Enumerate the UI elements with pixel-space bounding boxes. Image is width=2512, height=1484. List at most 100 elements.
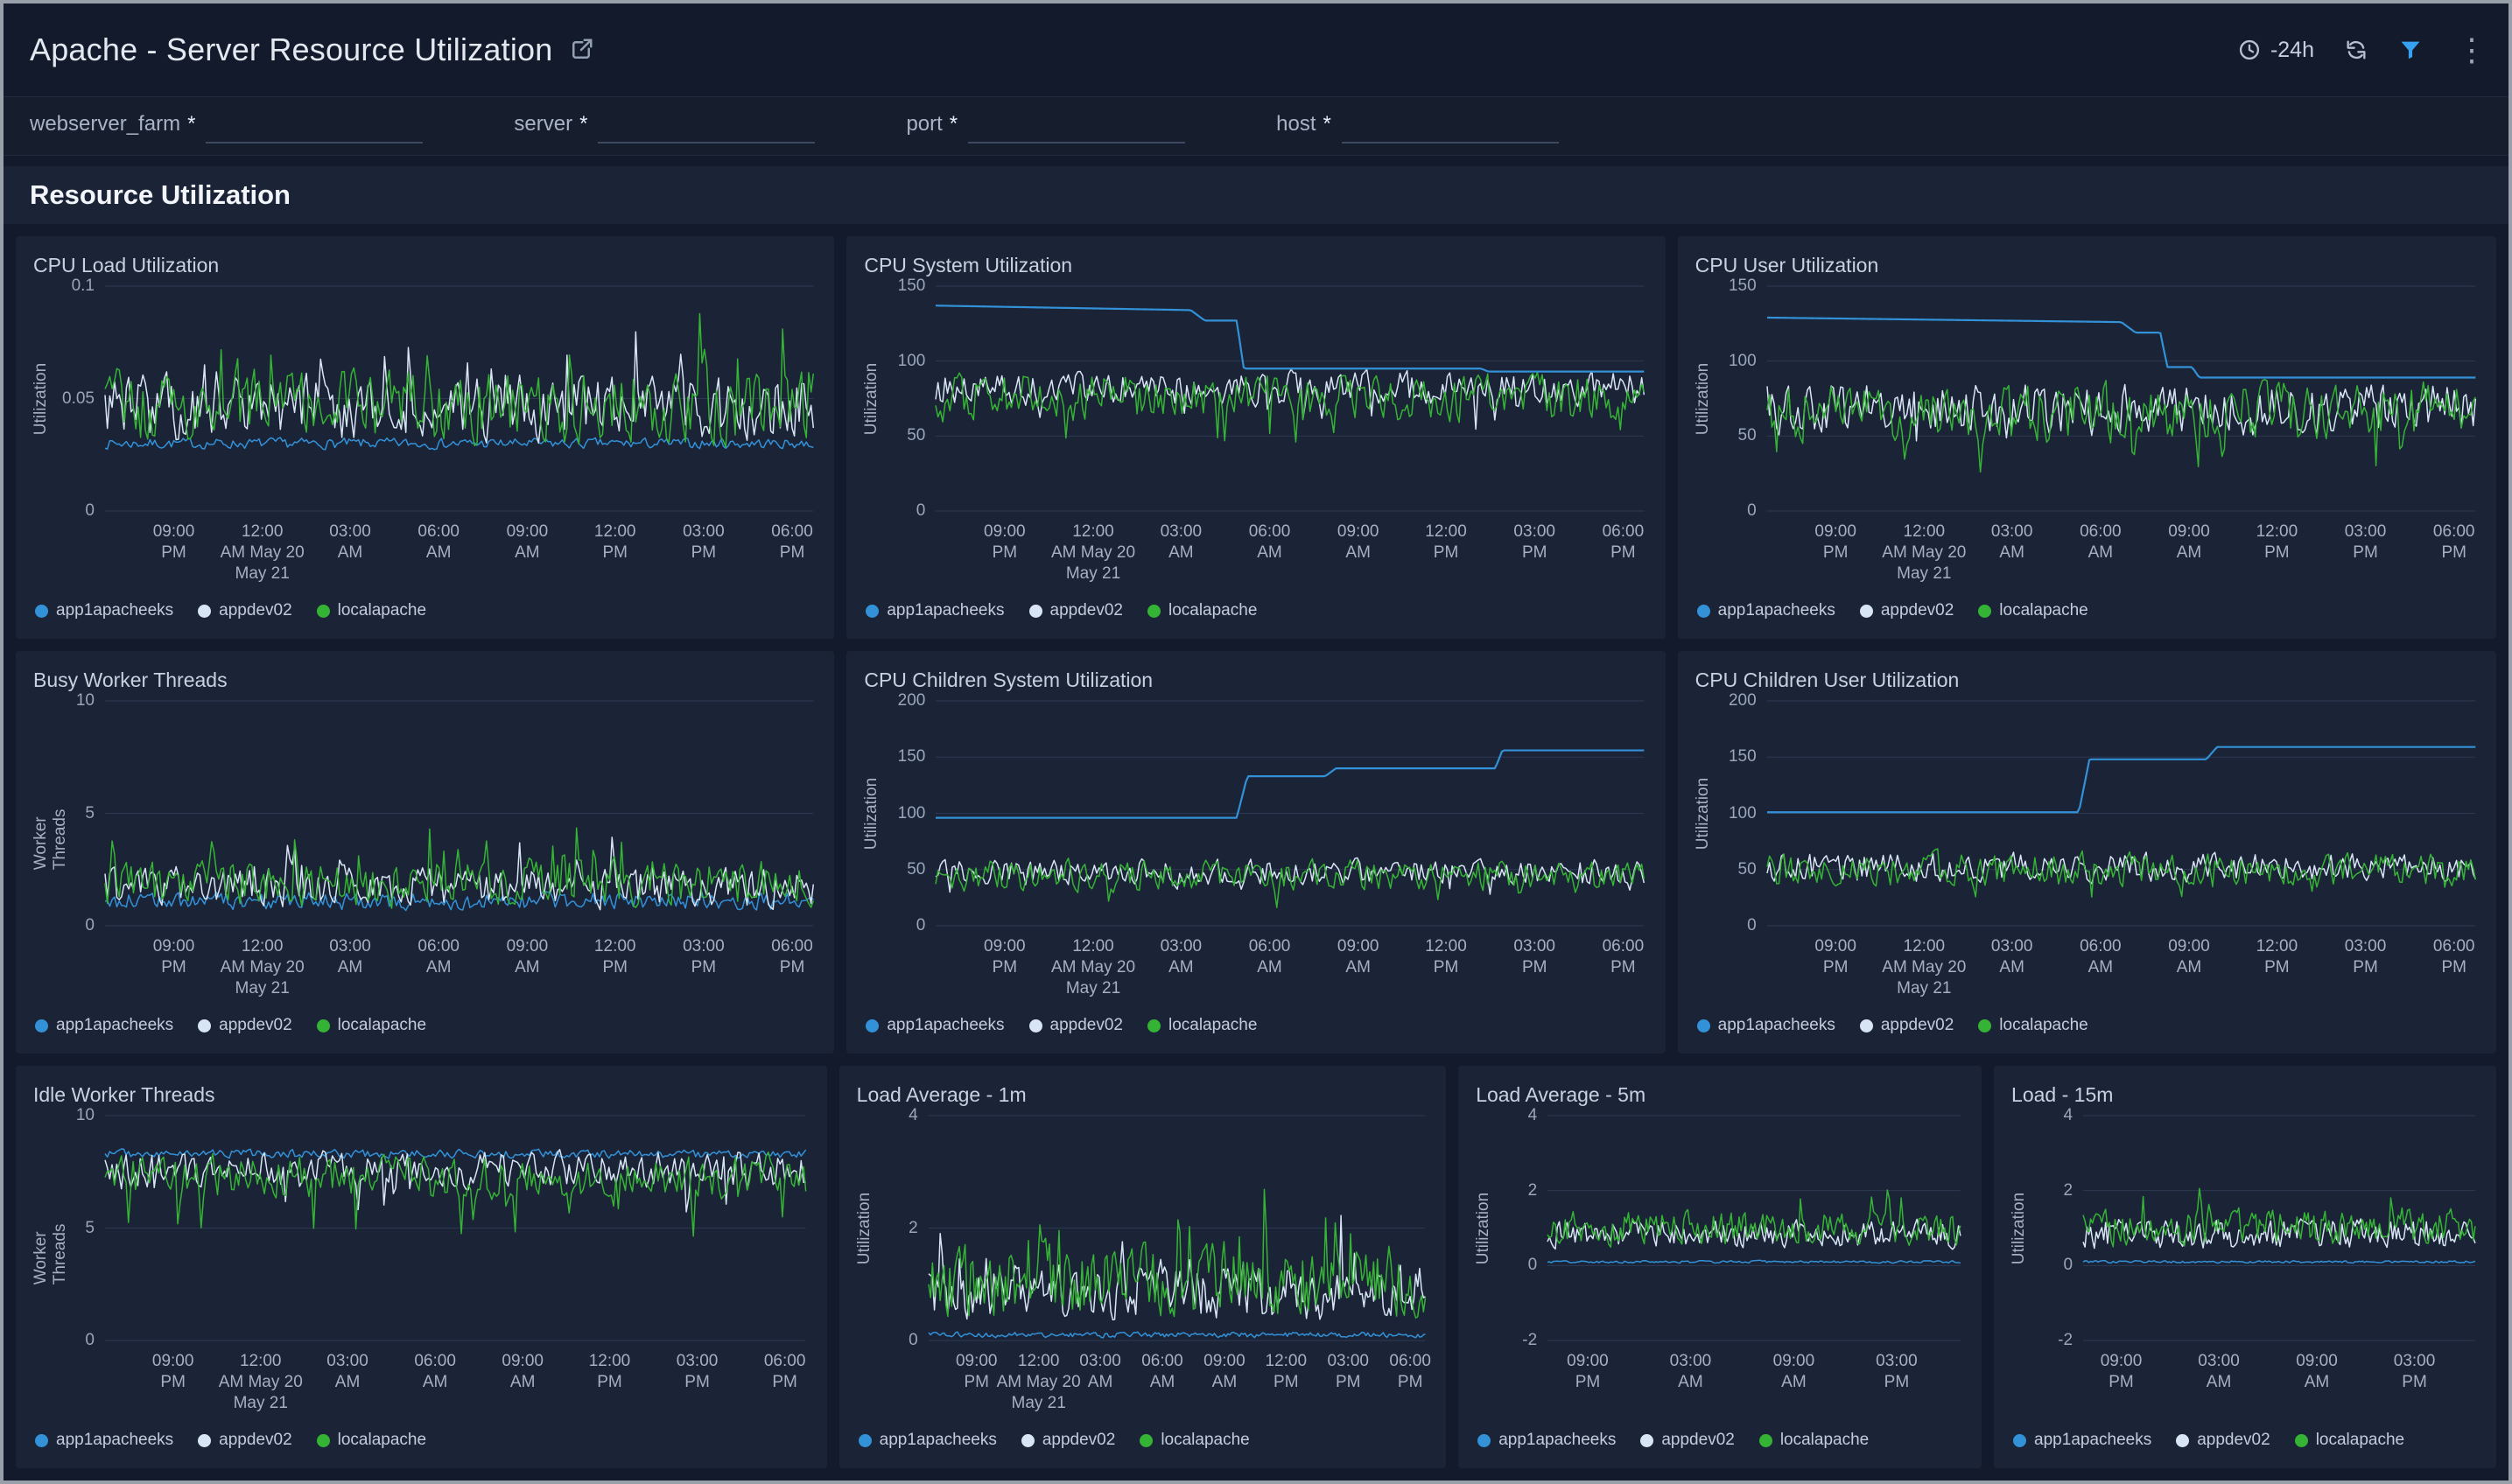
x-tick-label: 03:00PM — [2394, 1351, 2436, 1393]
legend-item-localapache[interactable]: localapache — [1978, 1016, 2087, 1035]
legend-item-app1apacheeks[interactable]: app1apacheeks — [35, 1016, 173, 1035]
filter-input-port[interactable] — [968, 108, 1185, 144]
refresh-icon[interactable] — [2344, 38, 2368, 62]
y-tick-label: 0 — [909, 1331, 918, 1350]
legend-item-app1apacheeks[interactable]: app1apacheeks — [1697, 601, 1835, 620]
filter-input-host[interactable] — [1342, 108, 1559, 144]
legend-item-app1apacheeks[interactable]: app1apacheeks — [859, 1431, 997, 1450]
y-tick-label: 0 — [1747, 501, 1757, 521]
legend-item-app1apacheeks[interactable]: app1apacheeks — [2013, 1431, 2151, 1450]
chart-plot[interactable] — [105, 701, 813, 926]
chart-plot[interactable] — [929, 1116, 1426, 1340]
chart-plot[interactable] — [1547, 1116, 1961, 1340]
chart-legend: app1apacheeks appdev02 localapache — [32, 1004, 813, 1046]
x-tick-label: 03:00AM — [1670, 1351, 1712, 1393]
panel-cpu-user-utilization: CPU User Utilization Utilization05010015… — [1678, 236, 2496, 639]
x-tick-label: 09:00AM — [502, 1351, 544, 1393]
filter-icon[interactable] — [2398, 38, 2423, 62]
chart-plot[interactable] — [2083, 1116, 2475, 1340]
legend-item-localapache[interactable]: localapache — [1140, 1431, 1249, 1450]
x-tick-label: 12:00PM — [2256, 936, 2298, 978]
legend-label: appdev02 — [1881, 1016, 1954, 1035]
chart-idle-worker-threads: Worker Threads051009:00PM12:00AM May 20M… — [32, 1116, 806, 1419]
legend-item-appdev02[interactable]: appdev02 — [198, 601, 291, 620]
legend-dot-app1apacheeks — [859, 1434, 872, 1447]
chart-cpu-system-utilization: Utilization05010015009:00PM12:00AM May 2… — [862, 286, 1644, 590]
x-tick-label: 06:00PM — [771, 522, 813, 564]
kebab-menu-icon[interactable]: ⋮ — [2452, 34, 2491, 66]
legend-item-localapache[interactable]: localapache — [1759, 1431, 1869, 1450]
legend-item-localapache[interactable]: localapache — [2295, 1431, 2404, 1450]
x-tick-label: 03:00AM — [1991, 936, 2033, 978]
x-axis: 09:00PM03:00AM09:00AM03:00PM — [1547, 1340, 1961, 1419]
legend-item-appdev02[interactable]: appdev02 — [1029, 601, 1123, 620]
y-tick-label: 4 — [1528, 1106, 1538, 1125]
x-tick-label: 06:00AM — [1141, 1351, 1183, 1393]
y-axis-title: Utilization — [862, 362, 881, 434]
filter-input-server[interactable] — [598, 108, 815, 144]
x-tick-label: 12:00PM — [1425, 936, 1467, 978]
legend-label: appdev02 — [1881, 601, 1954, 620]
chart-plot[interactable] — [936, 701, 1644, 926]
y-tick-label: 200 — [898, 691, 926, 710]
x-tick-label: 03:00PM — [1327, 1351, 1369, 1393]
export-icon[interactable] — [568, 37, 594, 63]
legend-item-app1apacheeks[interactable]: app1apacheeks — [35, 1431, 173, 1450]
y-tick-label: 50 — [907, 426, 925, 445]
x-tick-label: 09:00PM — [2101, 1351, 2143, 1393]
legend-item-localapache[interactable]: localapache — [1978, 601, 2087, 620]
time-range-button[interactable]: -24h — [2237, 38, 2314, 63]
y-axis-title: Utilization — [2010, 1192, 2029, 1264]
x-tick-label: 03:00AM — [329, 936, 371, 978]
x-tick-label: 12:00PM — [594, 522, 636, 564]
legend-item-app1apacheeks[interactable]: app1apacheeks — [1477, 1431, 1616, 1450]
legend-label: app1apacheeks — [887, 601, 1004, 620]
legend-item-app1apacheeks[interactable]: app1apacheeks — [866, 601, 1004, 620]
panel-cpu-system-utilization: CPU System Utilization Utilization050100… — [846, 236, 1665, 639]
chart-plot[interactable] — [1767, 286, 2475, 511]
legend-item-app1apacheeks[interactable]: app1apacheeks — [1697, 1016, 1835, 1035]
legend-item-appdev02[interactable]: appdev02 — [1860, 601, 1954, 620]
x-tick-label: 06:00PM — [2433, 936, 2475, 978]
chart-cpu-children-user-utilization: Utilization05010015020009:00PM12:00AM Ma… — [1694, 701, 2475, 1004]
x-tick-label: 12:00AM May 20May 21 — [1882, 936, 1966, 999]
legend-item-localapache[interactable]: localapache — [317, 601, 426, 620]
y-tick-label: 150 — [1729, 276, 1757, 296]
legend-dot-app1apacheeks — [866, 1019, 879, 1032]
y-tick-label: 5 — [85, 1219, 95, 1238]
x-tick-label: 09:00AM — [2168, 936, 2210, 978]
legend-label: app1apacheeks — [2034, 1431, 2151, 1450]
chart-plot[interactable] — [105, 1116, 806, 1340]
chart-legend: app1apacheeks appdev02 localapache — [855, 1419, 1426, 1461]
x-tick-label: 06:00AM — [1249, 522, 1291, 564]
panel-title: CPU Children System Utilization — [864, 668, 1644, 692]
chart-plot[interactable] — [105, 286, 813, 511]
legend-item-localapache[interactable]: localapache — [1147, 601, 1257, 620]
x-tick-label: 06:00PM — [1603, 522, 1645, 564]
y-axis: Utilization050100150 — [1694, 286, 1767, 511]
legend-dot-app1apacheeks — [1697, 605, 1710, 618]
legend-item-appdev02[interactable]: appdev02 — [1029, 1016, 1123, 1035]
legend-item-appdev02[interactable]: appdev02 — [1021, 1431, 1115, 1450]
x-tick-label: 06:00PM — [2433, 522, 2475, 564]
legend-item-app1apacheeks[interactable]: app1apacheeks — [866, 1016, 1004, 1035]
legend-item-localapache[interactable]: localapache — [1147, 1016, 1257, 1035]
legend-item-appdev02[interactable]: appdev02 — [198, 1431, 291, 1450]
chart-cpu-load-utilization: Utilization00.050.109:00PM12:00AM May 20… — [32, 286, 813, 590]
dashboard: Apache - Server Resource Utilization -24… — [0, 0, 2512, 1484]
chart-plot[interactable] — [1767, 701, 2475, 926]
legend-label: localapache — [338, 601, 426, 620]
legend-label: appdev02 — [1050, 1016, 1123, 1035]
legend-dot-localapache — [317, 1019, 330, 1032]
legend-item-appdev02[interactable]: appdev02 — [2176, 1431, 2270, 1450]
legend-item-localapache[interactable]: localapache — [317, 1431, 426, 1450]
legend-item-app1apacheeks[interactable]: app1apacheeks — [35, 601, 173, 620]
legend-item-appdev02[interactable]: appdev02 — [198, 1016, 291, 1035]
filter-input-webserver-farm[interactable] — [206, 108, 423, 144]
y-axis: Worker Threads0510 — [32, 1116, 105, 1340]
legend-item-appdev02[interactable]: appdev02 — [1640, 1431, 1734, 1450]
x-tick-label: 03:00PM — [2345, 936, 2387, 978]
legend-item-appdev02[interactable]: appdev02 — [1860, 1016, 1954, 1035]
chart-plot[interactable] — [936, 286, 1644, 511]
legend-item-localapache[interactable]: localapache — [317, 1016, 426, 1035]
